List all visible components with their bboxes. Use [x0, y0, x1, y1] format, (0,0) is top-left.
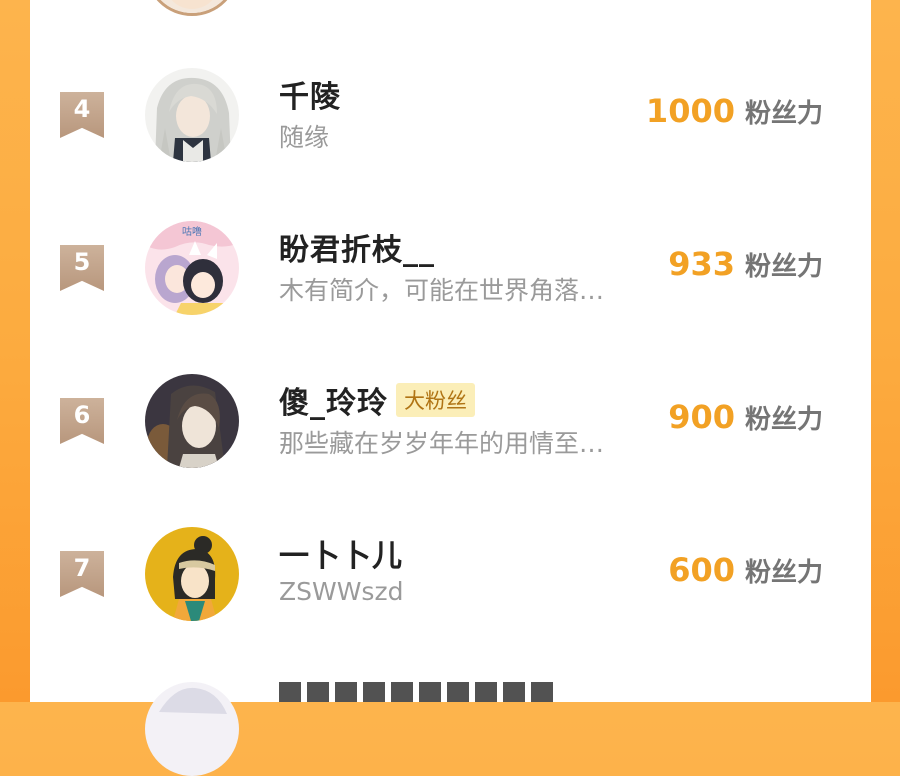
- avatar-dark-hair-man[interactable]: [145, 374, 239, 468]
- fan-power-unit: 粉丝力: [744, 99, 823, 129]
- rank-flag: 7: [60, 551, 104, 597]
- fan-power: 600 粉丝力: [668, 551, 823, 589]
- cutoff-text-glyphs: [279, 682, 559, 702]
- ranking-row[interactable]: 6 傻_玲玲 大粉丝 那些藏在岁岁年年的用情至… 900 粉丝力: [30, 354, 871, 484]
- name-line: 千陵: [279, 72, 341, 116]
- rank-flag: 6: [60, 398, 104, 444]
- ranking-row[interactable]: 7 一卜卜儿 ZSWWszd 600 粉丝力: [30, 507, 871, 637]
- avatar-silver-hair-man[interactable]: [145, 68, 239, 162]
- user-description: 木有简介，可能在世界角落…: [279, 276, 605, 305]
- ranking-row[interactable]: 5 咕噜 盼君折枝__ 木有简介，可能在世界角落… 933 粉丝力: [30, 201, 871, 331]
- avatar-yellow-girl[interactable]: [145, 527, 239, 621]
- user-description: 那些藏在岁岁年年的用情至…: [279, 429, 605, 458]
- user-name[interactable]: 傻_玲玲: [279, 378, 388, 422]
- avatar-badge-text: 咕噜: [182, 225, 202, 238]
- fan-power-value: 1000: [645, 92, 735, 130]
- ranking-row[interactable]: 4 千陵 随缘 1000 粉丝力: [30, 48, 871, 178]
- name-line: 盼君折枝__: [279, 225, 435, 269]
- avatar-rank-8[interactable]: [145, 682, 239, 776]
- fan-ranking-panel: 4 千陵 随缘 1000 粉丝力 5 咕噜 盼君折枝__ 木有简介，可能在世界角…: [30, 0, 871, 776]
- fan-power: 900 粉丝力: [668, 398, 823, 436]
- name-line: 一卜卜儿: [279, 531, 403, 575]
- fan-power-unit: 粉丝力: [744, 558, 823, 588]
- avatar-anime-girls[interactable]: 咕噜: [145, 221, 239, 315]
- fan-power-value: 900: [668, 398, 735, 436]
- fan-power-value: 600: [668, 551, 735, 589]
- user-name[interactable]: 千陵: [279, 72, 341, 116]
- fan-power: 933 粉丝力: [668, 245, 823, 283]
- fan-power-unit: 粉丝力: [744, 405, 823, 435]
- next-row-name-cutoff: [279, 680, 559, 702]
- name-line: 傻_玲玲 大粉丝: [279, 378, 475, 422]
- avatar-rank-3[interactable]: [145, 0, 239, 16]
- fan-power: 1000 粉丝力: [646, 92, 823, 130]
- user-name[interactable]: 一卜卜儿: [279, 531, 403, 575]
- user-description: 随缘: [279, 123, 330, 152]
- user-description: ZSWWszd: [279, 577, 404, 606]
- fan-level-badge: 大粉丝: [396, 383, 475, 417]
- fan-power-value: 933: [668, 245, 735, 283]
- fan-power-unit: 粉丝力: [744, 252, 823, 282]
- user-name[interactable]: 盼君折枝__: [279, 225, 435, 269]
- rank-flag: 5: [60, 245, 104, 291]
- rank-flag: 4: [60, 92, 104, 138]
